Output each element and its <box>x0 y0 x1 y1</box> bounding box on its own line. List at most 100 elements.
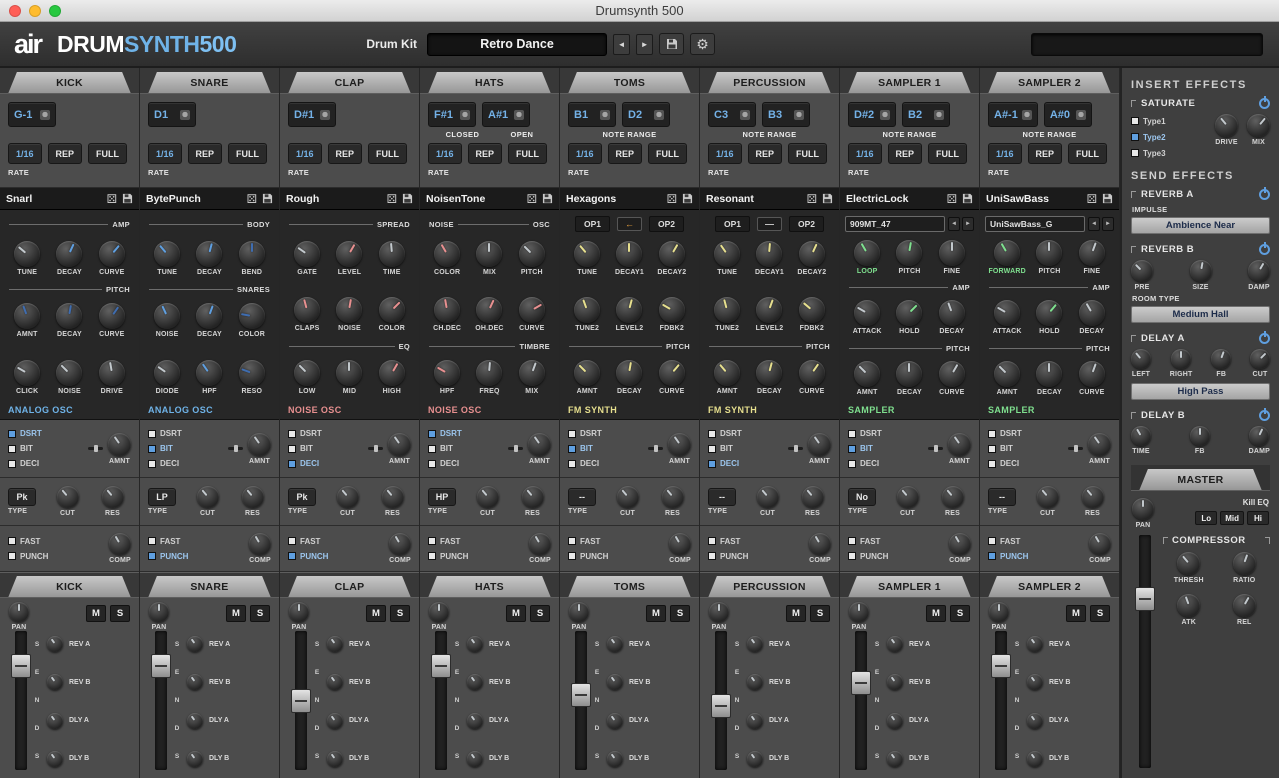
synth-knob[interactable] <box>939 361 965 387</box>
synth-knob[interactable] <box>196 360 222 386</box>
dist-option-deci[interactable]: DECI <box>148 458 223 470</box>
mute-button[interactable]: M <box>926 605 946 622</box>
send-knob[interactable] <box>327 713 343 729</box>
filter-type-button[interactable]: Pk <box>288 488 316 506</box>
filter-res-knob[interactable] <box>1082 486 1104 508</box>
comp-knob[interactable] <box>809 533 831 555</box>
repeat-button[interactable]: REP <box>1028 143 1063 164</box>
synth-knob[interactable] <box>659 241 685 267</box>
full-button[interactable]: FULL <box>1068 143 1107 164</box>
dist-amount-knob[interactable] <box>248 433 271 456</box>
dist-option-bit[interactable]: BIT <box>148 443 223 455</box>
dyn-option-fast[interactable]: FAST <box>568 535 664 547</box>
fx-knob[interactable] <box>1250 349 1270 369</box>
synth-knob[interactable] <box>294 360 320 386</box>
preset-name[interactable]: Rough <box>286 193 382 205</box>
save-preset-icon[interactable] <box>822 193 833 204</box>
close-button[interactable] <box>9 5 21 17</box>
synth-knob[interactable] <box>799 241 825 267</box>
fx-knob[interactable] <box>1190 426 1210 446</box>
synth-knob[interactable] <box>756 360 782 386</box>
kill-eq-hi-button[interactable]: Hi <box>1247 511 1269 525</box>
send-knob[interactable] <box>747 674 763 690</box>
synth-knob[interactable] <box>294 297 320 323</box>
dist-amount-knob[interactable] <box>1088 433 1111 456</box>
synth-knob[interactable] <box>939 300 965 326</box>
synth-knob[interactable] <box>476 241 502 267</box>
synth-knob[interactable] <box>896 240 922 266</box>
solo-button[interactable]: S <box>390 605 410 622</box>
filter-res-knob[interactable] <box>662 486 684 508</box>
synth-knob[interactable] <box>659 360 685 386</box>
prev-sample-button[interactable]: ◄ <box>948 217 960 231</box>
comp-knob[interactable] <box>669 533 691 555</box>
filter-cut-knob[interactable] <box>337 486 359 508</box>
fader-handle[interactable] <box>431 654 451 678</box>
dyn-option-fast[interactable]: FAST <box>148 535 244 547</box>
solo-button[interactable]: S <box>1090 605 1110 622</box>
drum-kit-selector[interactable]: Retro Dance <box>427 33 607 56</box>
solo-button[interactable]: S <box>250 605 270 622</box>
dist-option-deci[interactable]: DECI <box>428 458 503 470</box>
synth-knob[interactable] <box>154 303 180 329</box>
dist-option-dsrt[interactable]: DSRT <box>288 428 363 440</box>
dist-option-deci[interactable]: DECI <box>848 458 923 470</box>
fx-knob[interactable] <box>1211 349 1231 369</box>
send-knob[interactable] <box>187 713 203 729</box>
send-knob[interactable] <box>607 674 623 690</box>
rate-button[interactable]: 1/16 <box>428 143 462 164</box>
synth-knob[interactable] <box>1036 361 1062 387</box>
send-knob[interactable] <box>47 674 63 690</box>
rate-button[interactable]: 1/16 <box>288 143 322 164</box>
randomize-icon[interactable]: ⚄ <box>807 193 817 205</box>
synth-knob[interactable] <box>1036 240 1062 266</box>
dist-option-deci[interactable]: DECI <box>568 458 643 470</box>
comp-knob[interactable] <box>249 533 271 555</box>
comp-knob[interactable] <box>109 533 131 555</box>
next-sample-button[interactable]: ► <box>962 217 974 231</box>
dist-mini-slider[interactable] <box>228 447 243 450</box>
save-preset-icon[interactable] <box>962 193 973 204</box>
solo-button[interactable]: S <box>110 605 130 622</box>
note-button[interactable]: D2 <box>622 102 670 127</box>
kill-eq-mid-button[interactable]: Mid <box>1220 511 1244 525</box>
preset-name[interactable]: Hexagons <box>566 193 662 205</box>
synth-knob[interactable] <box>616 360 642 386</box>
filter-type-button[interactable]: -- <box>568 488 596 506</box>
pan-knob[interactable] <box>709 602 729 622</box>
dist-amount-knob[interactable] <box>668 433 691 456</box>
delay-a-filter-selector[interactable]: High Pass <box>1131 383 1270 400</box>
send-knob[interactable] <box>887 713 903 729</box>
synth-knob[interactable] <box>14 360 40 386</box>
rate-button[interactable]: 1/16 <box>568 143 602 164</box>
mute-button[interactable]: M <box>646 605 666 622</box>
volume-fader[interactable] <box>155 631 167 770</box>
dyn-option-punch[interactable]: PUNCH <box>8 550 104 562</box>
filter-cut-knob[interactable] <box>197 486 219 508</box>
mute-button[interactable]: M <box>506 605 526 622</box>
dist-mini-slider[interactable] <box>928 447 943 450</box>
send-knob[interactable] <box>747 636 763 652</box>
send-knob[interactable] <box>887 751 903 767</box>
volume-fader[interactable] <box>715 631 727 770</box>
dist-amount-knob[interactable] <box>388 433 411 456</box>
send-knob[interactable] <box>747 751 763 767</box>
dist-option-bit[interactable]: BIT <box>708 443 783 455</box>
saturate-type-type3[interactable]: Type3 <box>1131 147 1209 159</box>
synth-knob[interactable] <box>379 241 405 267</box>
repeat-button[interactable]: REP <box>608 143 643 164</box>
volume-fader[interactable] <box>15 631 27 770</box>
filter-res-knob[interactable] <box>102 486 124 508</box>
send-knob[interactable] <box>467 713 483 729</box>
fx-knob[interactable] <box>1171 349 1191 369</box>
note-button[interactable]: B1 <box>568 102 616 127</box>
fx-knob[interactable] <box>1247 114 1270 137</box>
randomize-icon[interactable]: ⚄ <box>247 193 257 205</box>
delay-b-power-button[interactable] <box>1259 410 1270 421</box>
dyn-option-fast[interactable]: FAST <box>288 535 384 547</box>
synth-knob[interactable] <box>154 360 180 386</box>
repeat-button[interactable]: REP <box>328 143 363 164</box>
pan-knob[interactable] <box>9 602 29 622</box>
dist-mini-slider[interactable] <box>1068 447 1083 450</box>
synth-knob[interactable] <box>574 241 600 267</box>
